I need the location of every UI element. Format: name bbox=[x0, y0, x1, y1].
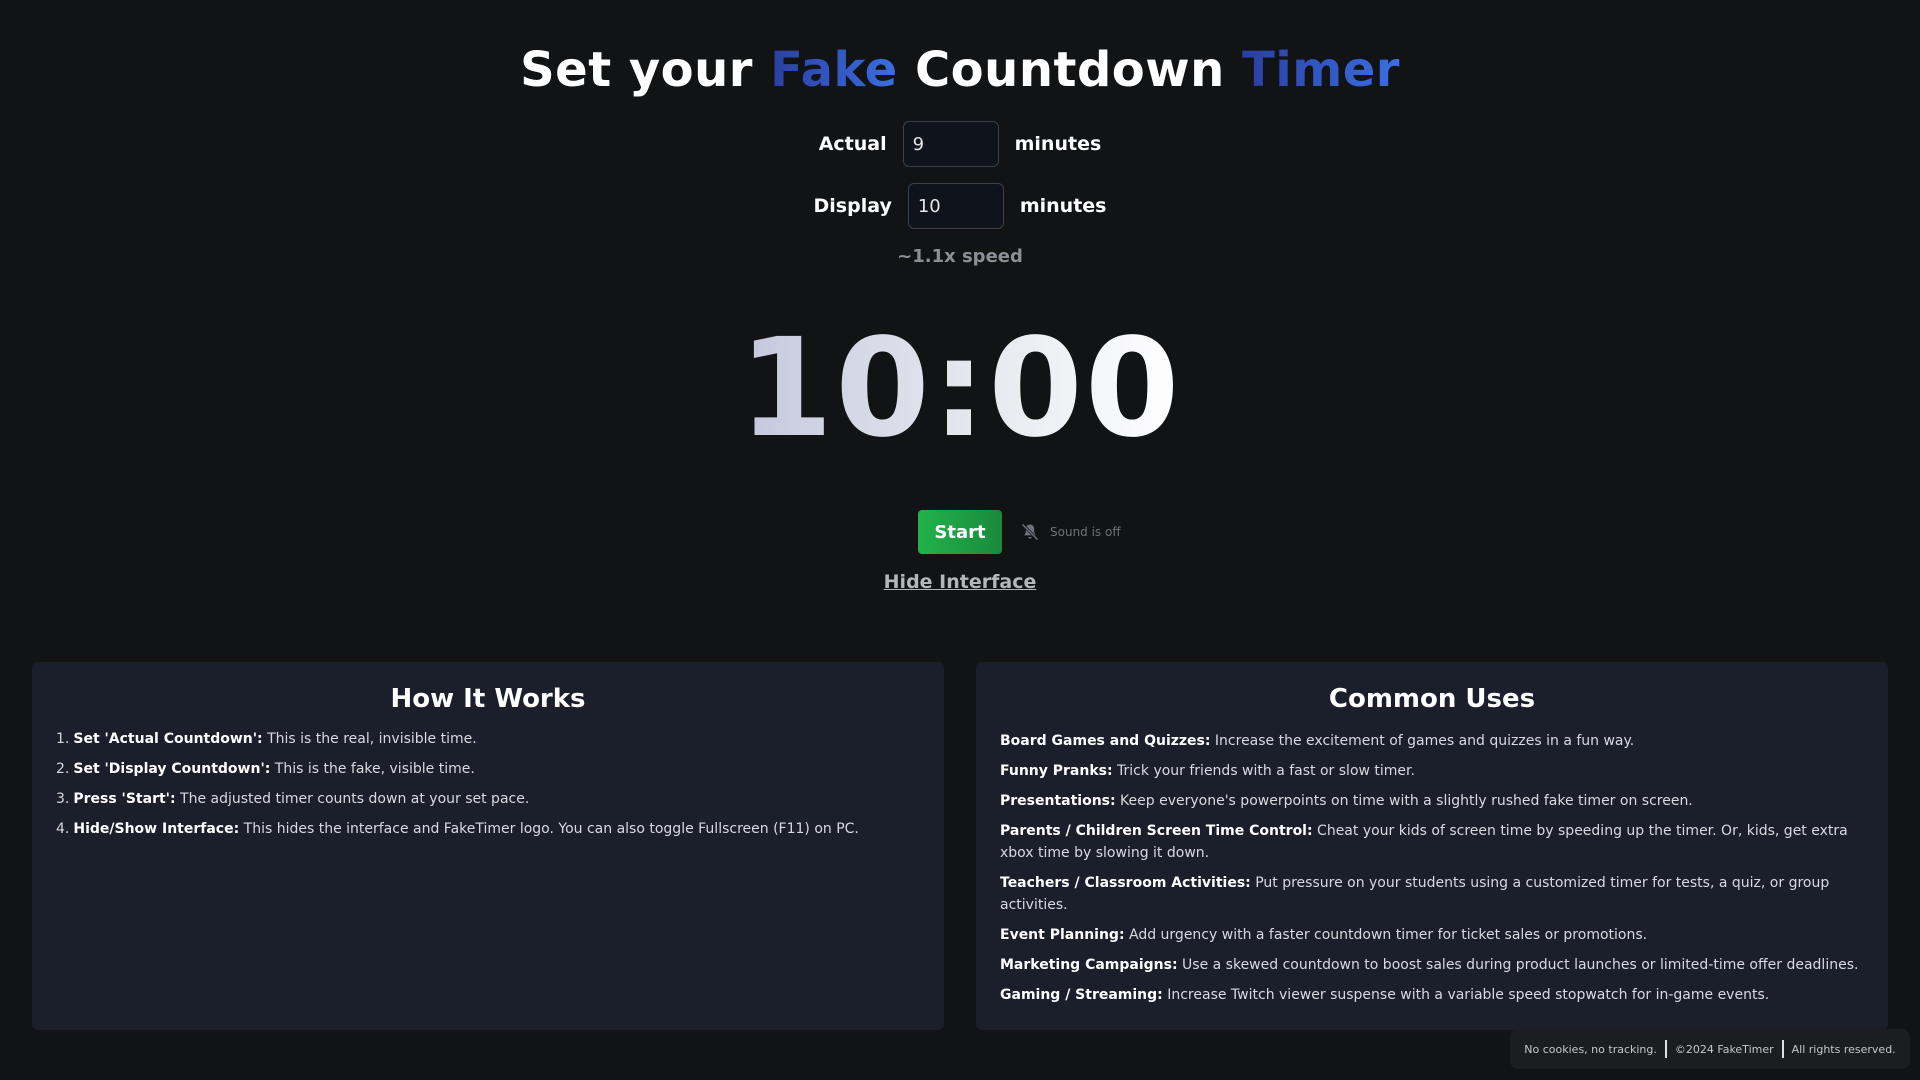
footer-divider bbox=[1664, 1040, 1667, 1058]
speed-indicator: ~1.1x speed bbox=[897, 246, 1023, 267]
step-item: 3. Press 'Start': The adjusted timer coun… bbox=[56, 791, 530, 807]
footer-copyright: ©2024 FakeTimer bbox=[1674, 1042, 1774, 1056]
start-button[interactable]: Start bbox=[918, 510, 1002, 554]
countdown-time: 10:00 bbox=[738, 310, 1182, 468]
step-item: 2. Set 'Display Countdown': This is the f… bbox=[56, 761, 475, 777]
common-uses-title: Common Uses bbox=[1328, 684, 1536, 714]
step-item: 1. Set 'Actual Countdown': This is the re… bbox=[56, 731, 477, 747]
footer-divider bbox=[1781, 1040, 1784, 1058]
sound-toggle[interactable]: Sound is off bbox=[1020, 522, 1121, 542]
step-item: 4. Hide/Show Interface: This hides the in… bbox=[56, 821, 859, 837]
countdown-display: 10:00 bbox=[0, 310, 1920, 468]
title-part-1: Set your bbox=[520, 42, 771, 98]
title-accent-timer: Timer bbox=[1242, 42, 1400, 98]
actual-minutes-input[interactable] bbox=[902, 121, 999, 167]
use-item: Board Games and Quizzes: Increase the ex… bbox=[1000, 733, 1635, 749]
footer-privacy: No cookies, no tracking. bbox=[1524, 1042, 1657, 1056]
actual-label: Actual bbox=[818, 133, 887, 155]
display-label: Display bbox=[813, 195, 892, 217]
use-item: Parents / Children Screen Time Control: … bbox=[1000, 823, 1848, 861]
how-it-works-panel: How It Works 1. Set 'Actual Countdown': T… bbox=[32, 662, 944, 1030]
actual-row: Actual minutes bbox=[0, 121, 1920, 167]
title-part-3: Countdown bbox=[897, 42, 1242, 98]
actual-unit: minutes bbox=[1014, 133, 1102, 155]
display-unit: minutes bbox=[1019, 195, 1107, 217]
use-item: Event Planning: Add urgency with a faste… bbox=[1000, 927, 1648, 943]
sound-status: Sound is off bbox=[1050, 525, 1121, 539]
display-row: Display minutes bbox=[0, 183, 1920, 229]
use-item: Teachers / Classroom Activities: Put pre… bbox=[1000, 875, 1830, 913]
hide-interface-link[interactable]: Hide Interface bbox=[884, 571, 1037, 593]
how-it-works-title: How It Works bbox=[390, 684, 586, 714]
steps-list: 1. Set 'Actual Countdown': This is the re… bbox=[56, 730, 920, 838]
bell-slash-icon bbox=[1021, 523, 1039, 541]
footer-rights: All rights reserved. bbox=[1791, 1042, 1896, 1056]
title-accent-fake: Fake bbox=[770, 42, 898, 98]
page-title: Set your Fake Countdown Timer bbox=[0, 42, 1920, 98]
use-item: Funny Pranks: Trick your friends with a … bbox=[1000, 763, 1415, 779]
display-minutes-input[interactable] bbox=[907, 183, 1004, 229]
use-item: Marketing Campaigns: Use a skewed countd… bbox=[1000, 957, 1859, 973]
controls: Start Sound is off bbox=[918, 510, 1121, 554]
hide-interface-wrap: Hide Interface bbox=[0, 571, 1920, 593]
footer: No cookies, no tracking. ©2024 FakeTimer… bbox=[1510, 1029, 1910, 1069]
use-item: Gaming / Streaming: Increase Twitch view… bbox=[1000, 987, 1770, 1003]
common-uses-panel: Common Uses Board Games and Quizzes: Inc… bbox=[976, 662, 1888, 1030]
use-item: Presentations: Keep everyone's powerpoin… bbox=[1000, 793, 1693, 809]
